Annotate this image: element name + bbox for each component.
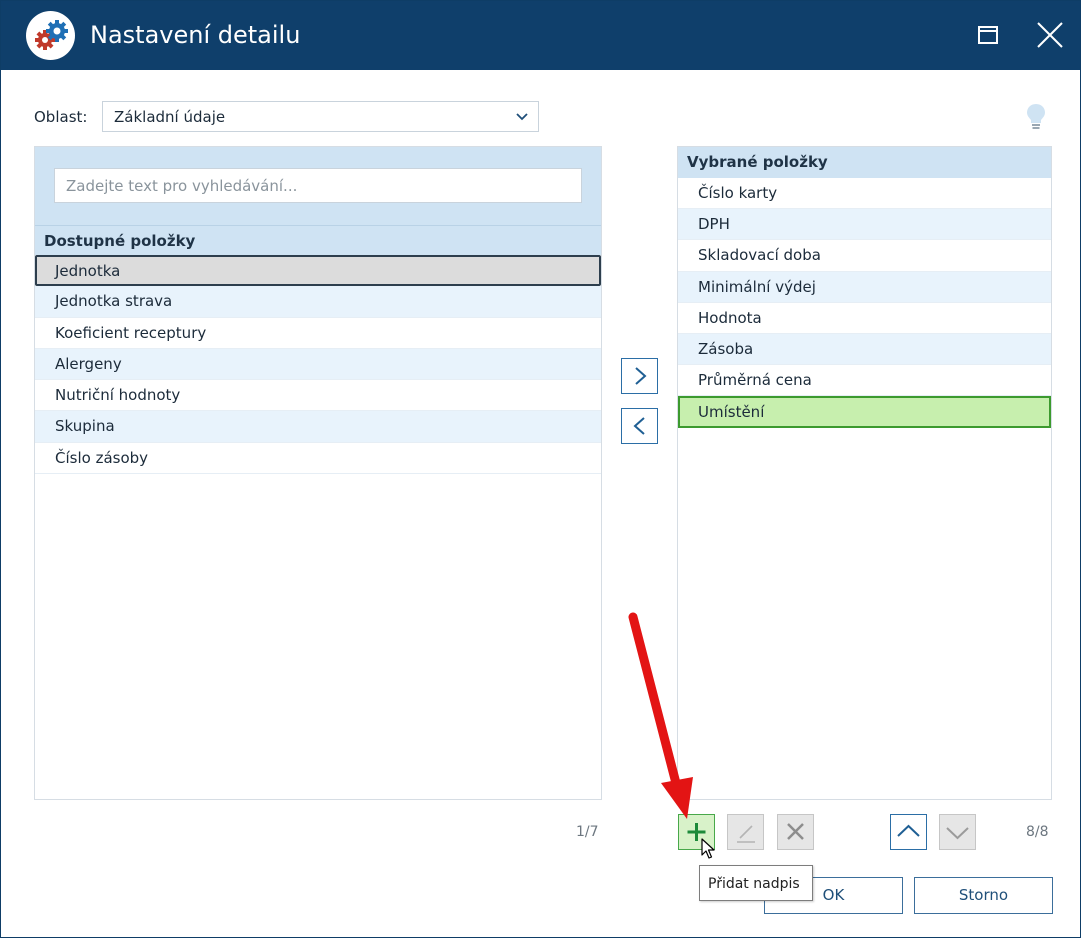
search-area: Zadejte text pro vyhledávání... (35, 147, 601, 225)
selected-items-list: Číslo karty DPH Skladovací doba Minimáln… (678, 178, 1051, 428)
list-item[interactable]: Koeficient receptury (35, 318, 601, 349)
available-items-list: Jednotka Jednotka strava Koeficient rece… (35, 255, 601, 475)
delete-button[interactable] (777, 814, 814, 850)
move-up-button[interactable] (890, 814, 927, 850)
list-item[interactable]: Průměrná cena (678, 365, 1051, 397)
list-item[interactable]: Alergeny (35, 348, 601, 381)
close-icon[interactable] (1033, 18, 1067, 52)
list-item[interactable]: Hodnota (678, 303, 1051, 334)
window-title: Nastavení detailu (90, 21, 301, 49)
list-item[interactable]: Skupina (35, 411, 601, 443)
lightbulb-icon[interactable] (1025, 102, 1047, 132)
move-left-button[interactable] (621, 408, 658, 444)
settings-dialog: Nastavení detailu Oblast: Základní údaje (0, 0, 1081, 938)
maximize-icon[interactable] (971, 18, 1005, 52)
gears-icon (26, 11, 75, 60)
list-item[interactable]: Jednotka strava (35, 286, 601, 318)
list-item[interactable]: DPH (678, 209, 1051, 241)
tooltip: Přidat nadpis (699, 865, 813, 901)
list-item[interactable]: Číslo zásoby (35, 443, 601, 475)
available-items-title: Dostupné položky (35, 225, 601, 255)
edit-button[interactable] (727, 814, 764, 850)
selected-items-panel: Vybrané položky Číslo karty DPH Skladova… (677, 146, 1052, 800)
list-item[interactable]: Skladovací doba (678, 240, 1051, 272)
selected-items-title: Vybrané položky (678, 147, 1051, 178)
move-down-button[interactable] (939, 814, 976, 850)
selected-counter: 8/8 (1026, 824, 1049, 840)
cancel-button[interactable]: Storno (914, 877, 1053, 914)
red-arrow-annotation (621, 607, 701, 827)
list-item[interactable]: Nutriční hodnoty (35, 380, 601, 412)
oblast-label: Oblast: (34, 108, 88, 126)
oblast-dropdown[interactable]: Základní údaje (102, 101, 539, 132)
oblast-value: Základní údaje (114, 108, 226, 126)
chevron-down-icon (515, 110, 529, 128)
title-bar: Nastavení detailu (1, 1, 1080, 70)
search-input[interactable]: Zadejte text pro vyhledávání... (54, 168, 582, 203)
list-item[interactable]: Jednotka (35, 255, 601, 287)
list-item[interactable]: Umístění (678, 396, 1051, 428)
list-item[interactable]: Zásoba (678, 333, 1051, 366)
available-items-panel: Zadejte text pro vyhledávání... Dostupné… (34, 146, 602, 800)
mouse-cursor-icon (701, 838, 717, 860)
list-item[interactable]: Minimální výdej (678, 271, 1051, 303)
available-counter: 1/7 (576, 824, 599, 840)
list-item[interactable]: Číslo karty (678, 178, 1051, 210)
move-right-button[interactable] (621, 358, 658, 394)
